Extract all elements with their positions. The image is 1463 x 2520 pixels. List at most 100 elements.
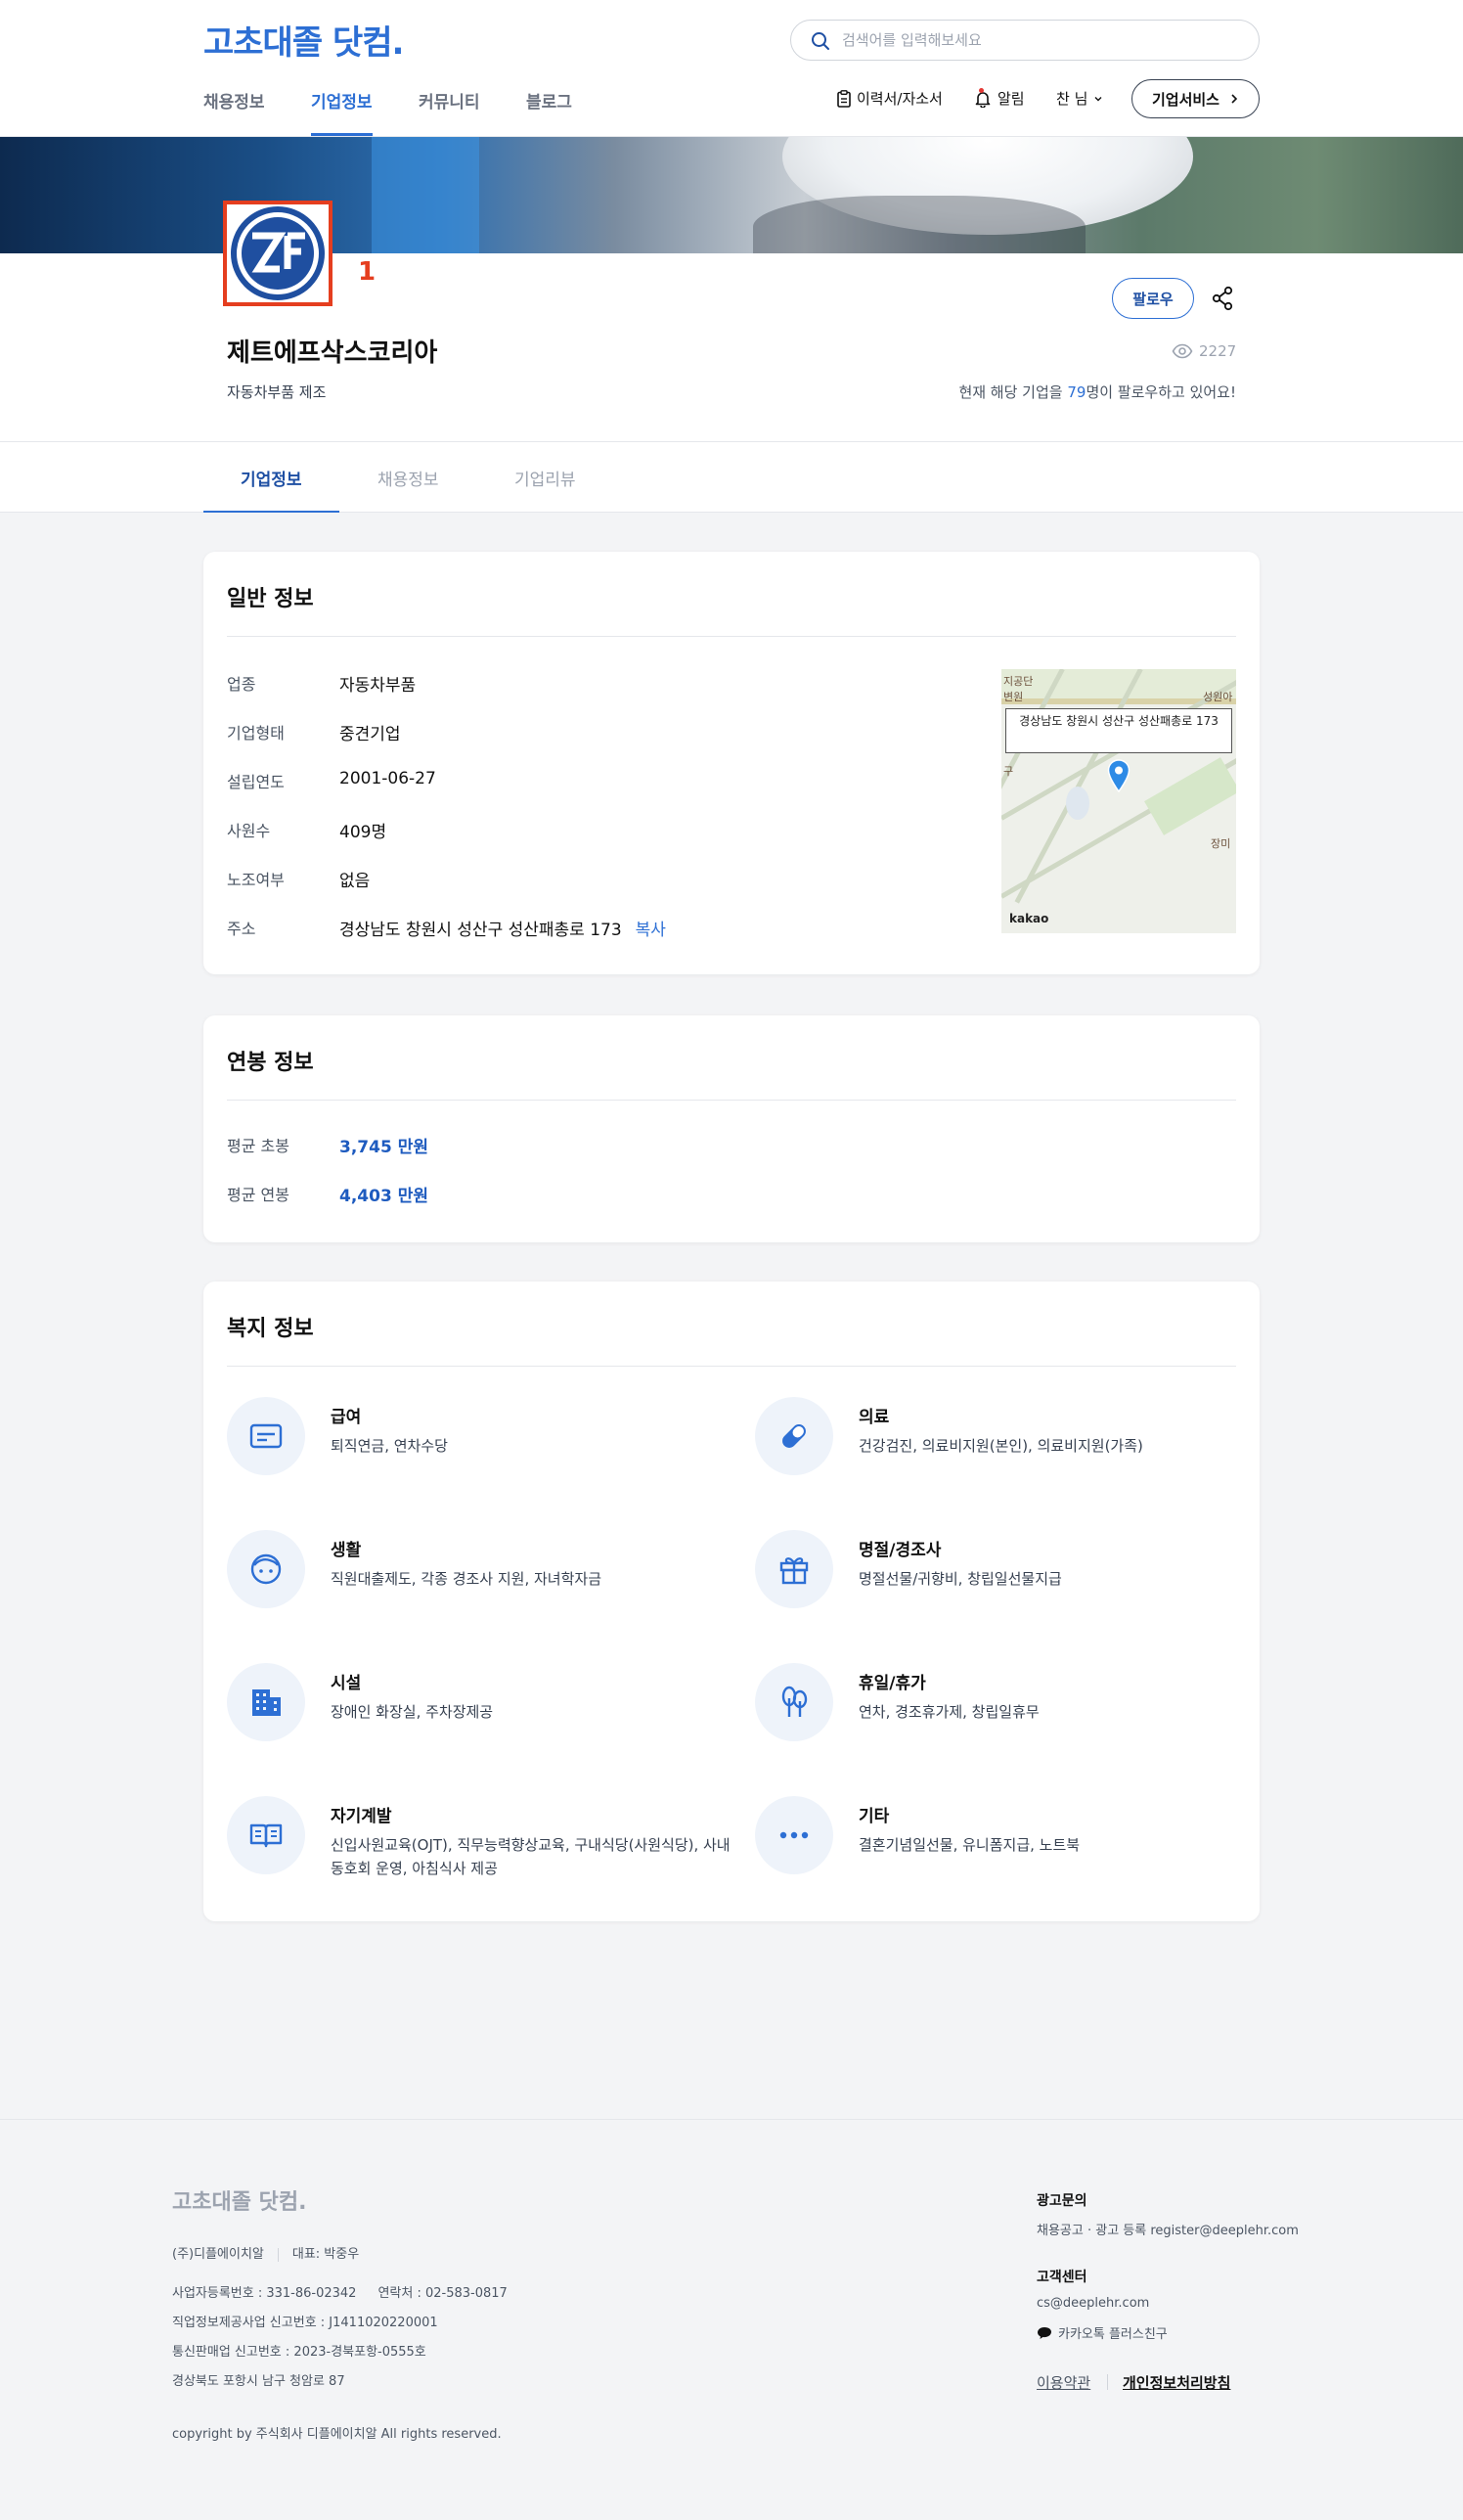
map-brand: kakao	[1009, 912, 1049, 925]
welfare-title: 휴일/휴가	[859, 1674, 926, 1693]
nav-community[interactable]: 커뮤니티	[419, 88, 480, 112]
search-input[interactable]	[842, 29, 1233, 51]
resume-link[interactable]: 이력서/자소서	[837, 88, 943, 109]
footer-cs-email[interactable]: cs@deeplehr.com	[1037, 2296, 1149, 2311]
location-map[interactable]: 지공단 변원 성원아 구 장미 경상남도 창원시 성산구 성산패총로 173 k…	[1001, 669, 1236, 933]
info-label: 기업형태	[227, 724, 285, 742]
salary-label: 평균 초봉	[227, 1137, 289, 1155]
salary-label: 평균 연봉	[227, 1186, 289, 1204]
welfare-title: 급여	[331, 1408, 362, 1427]
more-icon	[779, 1831, 809, 1839]
footer-ceo: 대표: 박중우	[291, 2247, 360, 2262]
map-park	[1144, 757, 1236, 835]
salary-value: 4,403 만원	[339, 1187, 428, 1206]
view-count-value: 2227	[1199, 342, 1237, 360]
nav-company[interactable]: 기업정보	[311, 88, 373, 136]
info-value: 409명	[339, 823, 387, 842]
annotation-marker: 1	[358, 257, 377, 287]
footer-biz-no: 사업자등록번호 : 331-86-02342	[172, 2286, 357, 2301]
pill-icon	[782, 1424, 806, 1448]
welfare-title: 생활	[331, 1541, 362, 1560]
welfare-title: 기타	[859, 1807, 890, 1826]
footer-privacy-link[interactable]: 개인정보처리방침	[1123, 2372, 1230, 2393]
salary-value: 3,745 만원	[339, 1138, 428, 1157]
footer-terms-link[interactable]: 이용약관	[1037, 2372, 1090, 2393]
user-label: 찬 님	[1056, 90, 1088, 108]
welfare-icon-wrap	[227, 1397, 305, 1475]
nav-recruit[interactable]: 채용정보	[203, 88, 265, 112]
clipboard-icon	[837, 89, 851, 108]
card-icon	[249, 1423, 283, 1449]
map-place-label: 장미	[1211, 837, 1231, 850]
welfare-desc: 신입사원교육(OJT), 직무능력향상교육, 구내식당(사원식당), 사내동호회…	[331, 1836, 731, 1877]
biz-service-button[interactable]: 기업서비스	[1131, 79, 1260, 118]
alarm-link[interactable]: 알림	[974, 87, 1025, 109]
user-menu[interactable]: 찬 님	[1056, 88, 1103, 109]
book-icon	[249, 1823, 283, 1848]
info-value: 중견기업	[339, 725, 401, 744]
speech-bubble-icon	[1038, 2326, 1051, 2339]
company-banner-image	[0, 137, 1463, 253]
share-button[interactable]	[1211, 286, 1234, 315]
welfare-desc: 퇴직연금, 연차수당	[331, 1437, 448, 1455]
welfare-title: 명절/경조사	[859, 1541, 942, 1560]
footer-company-line: (주)디플에이치알 대표: 박중우	[172, 2243, 359, 2262]
copy-address-button[interactable]: 복사	[636, 921, 666, 940]
biz-service-label: 기업서비스	[1151, 90, 1219, 109]
follower-suffix: 명이 팔로우하고 있어요!	[1086, 383, 1236, 401]
follow-button[interactable]: 팔로우	[1112, 278, 1194, 319]
company-tabs: 기업정보 채용정보 기업리뷰	[0, 442, 1463, 513]
tab-company-review[interactable]: 기업리뷰	[514, 466, 576, 490]
search-icon	[812, 32, 829, 50]
company-name: 제트에프삭스코리아	[227, 338, 438, 368]
divider	[227, 1100, 1236, 1101]
footer-logo[interactable]: 고초대졸 닷컴.	[172, 2184, 306, 2216]
building-icon	[252, 1689, 281, 1716]
info-label: 업종	[227, 675, 256, 694]
welfare-icon-wrap	[755, 1530, 833, 1608]
zf-logo-icon	[231, 206, 325, 300]
banner-light	[372, 137, 479, 253]
welfare-icon-wrap	[227, 1663, 305, 1741]
map-pin-icon	[1107, 759, 1130, 792]
company-sector: 자동차부품 제조	[227, 383, 327, 401]
tab-recruit-info[interactable]: 채용정보	[377, 466, 439, 490]
welfare-title: 의료	[859, 1408, 890, 1427]
general-info-title: 일반 정보	[227, 587, 314, 611]
welfare-desc: 건강검진, 의료비지원(본인), 의료비지원(가족)	[859, 1437, 1143, 1455]
eye-icon	[1172, 343, 1193, 359]
welfare-item: 생활 직원대출제도, 각종 경조사 지원, 자녀학자금	[227, 1530, 735, 1628]
map-place-label: 지공단	[1003, 675, 1034, 688]
welfare-desc: 장애인 화장실, 주차장제공	[331, 1703, 494, 1721]
footer-copyright: copyright by 주식회사 디플에이치알 All rights rese…	[172, 2427, 502, 2442]
divider	[227, 1366, 1236, 1367]
info-label: 주소	[227, 920, 256, 938]
welfare-item: 자기계발 신입사원교육(OJT), 직무능력향상교육, 구내식당(사원식당), …	[227, 1796, 735, 1894]
welfare-icon-wrap	[227, 1796, 305, 1874]
site-logo[interactable]: 고초대졸 닷컴.	[203, 16, 404, 64]
map-place-label: 성원아	[1203, 691, 1233, 703]
tab-company-info[interactable]: 기업정보	[241, 466, 302, 490]
welfare-desc: 연차, 경조휴가제, 창립일휴무	[859, 1703, 1040, 1721]
salary-info-card: 연봉 정보 평균 초봉 3,745 만원 평균 연봉 4,403 만원	[203, 1015, 1260, 1242]
nav-blog[interactable]: 블로그	[526, 88, 572, 112]
alarm-label: 알림	[998, 90, 1025, 108]
search-bar[interactable]	[790, 20, 1260, 61]
face-icon	[250, 1553, 282, 1585]
welfare-item: 의료 건강검진, 의료비지원(본인), 의료비지원(가족)	[755, 1397, 1264, 1495]
footer-ad-text: 채용공고 · 광고 등록 register@deeplehr.com	[1037, 2224, 1299, 2238]
footer-job-report: 직업정보제공사업 신고번호 : J1411020220001	[172, 2316, 438, 2330]
view-count: 2227	[1172, 342, 1236, 360]
info-value: 자동차부품	[339, 676, 417, 696]
alarm-badge	[979, 87, 984, 93]
welfare-item: 기타 결혼기념일선물, 유니폼지급, 노트북	[755, 1796, 1264, 1894]
footer-kakao-link[interactable]: 카카오톡 플러스친구	[1037, 2323, 1168, 2342]
banner-visor	[753, 196, 1086, 253]
welfare-item: 명절/경조사 명절선물/귀향비, 창립일선물지급	[755, 1530, 1264, 1628]
address-value: 경상남도 창원시 성산구 성산패총로 173 복사	[339, 916, 666, 940]
welfare-item: 급여 퇴직연금, 연차수당	[227, 1397, 735, 1495]
welfare-title: 시설	[331, 1674, 362, 1693]
map-pond	[1066, 787, 1089, 820]
map-address-label: 경상남도 창원시 성산구 성산패총로 173	[1005, 708, 1232, 753]
footer-cs-title: 고객센터	[1037, 2270, 1087, 2285]
